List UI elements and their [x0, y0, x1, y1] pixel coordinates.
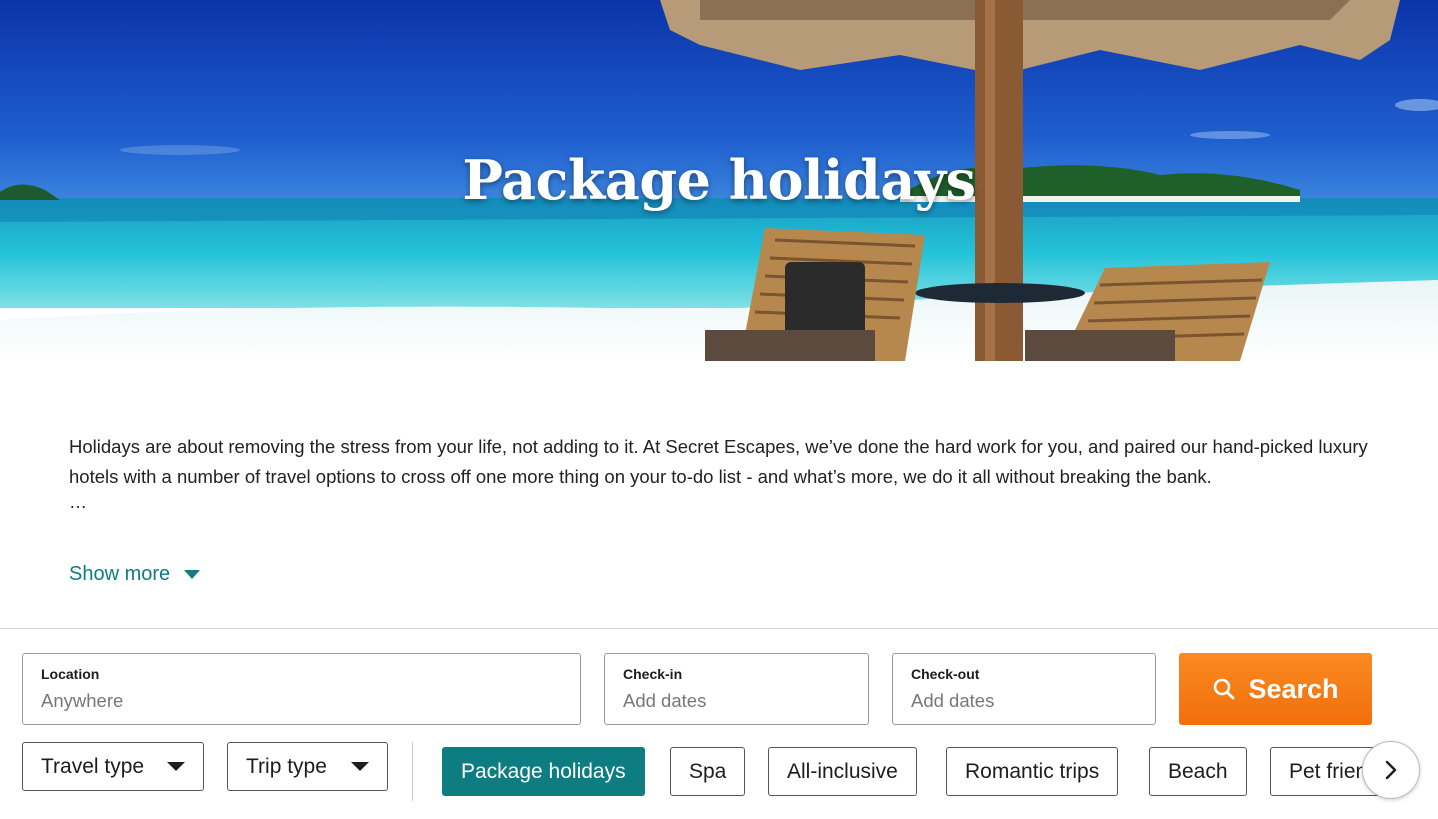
intro-text: Holidays are about removing the stress f… — [69, 436, 1368, 487]
checkin-field[interactable]: Check-in — [604, 653, 869, 725]
travel-type-label: Travel type — [41, 754, 145, 778]
search-icon — [1214, 678, 1235, 700]
show-more-label: Show more — [69, 563, 171, 585]
caret-down-icon — [351, 762, 369, 771]
trip-type-dropdown[interactable]: Trip type — [227, 742, 388, 791]
search-panel: Location Check-in Check-out Search Trave… — [0, 628, 1438, 819]
chips-next-button[interactable] — [1362, 741, 1420, 799]
checkin-label: Check-in — [623, 666, 683, 682]
intro-section: Holidays are about removing the stress f… — [69, 432, 1369, 512]
location-label: Location — [41, 666, 100, 682]
checkout-field[interactable]: Check-out — [892, 653, 1156, 725]
chip-package-holidays[interactable]: Package holidays — [442, 747, 645, 796]
search-button[interactable]: Search — [1179, 653, 1372, 725]
show-more-button[interactable]: Show more — [69, 563, 201, 586]
chip-spa[interactable]: Spa — [670, 747, 746, 796]
chip-all-inclusive[interactable]: All-inclusive — [768, 747, 917, 796]
page-title: Package holidays — [462, 148, 976, 212]
checkout-label: Check-out — [911, 666, 980, 682]
category-chips: Package holidays Spa All-inclusive Roman… — [442, 747, 1382, 797]
chip-beach[interactable]: Beach — [1149, 747, 1247, 796]
chip-romantic-trips[interactable]: Romantic trips — [946, 747, 1119, 796]
location-input[interactable] — [41, 690, 562, 712]
hero-banner: Package holidays — [0, 0, 1438, 361]
trip-type-label: Trip type — [246, 754, 327, 778]
checkin-input[interactable] — [623, 690, 850, 712]
travel-type-dropdown[interactable]: Travel type — [22, 742, 204, 791]
checkout-input[interactable] — [911, 690, 1137, 712]
caret-down-icon — [184, 570, 201, 579]
search-button-label: Search — [1248, 673, 1339, 704]
filter-divider — [412, 742, 413, 801]
location-field[interactable]: Location — [22, 653, 581, 725]
chevron-right-icon — [1385, 760, 1397, 780]
caret-down-icon — [167, 762, 185, 771]
intro-ellipsis: … — [69, 492, 87, 512]
